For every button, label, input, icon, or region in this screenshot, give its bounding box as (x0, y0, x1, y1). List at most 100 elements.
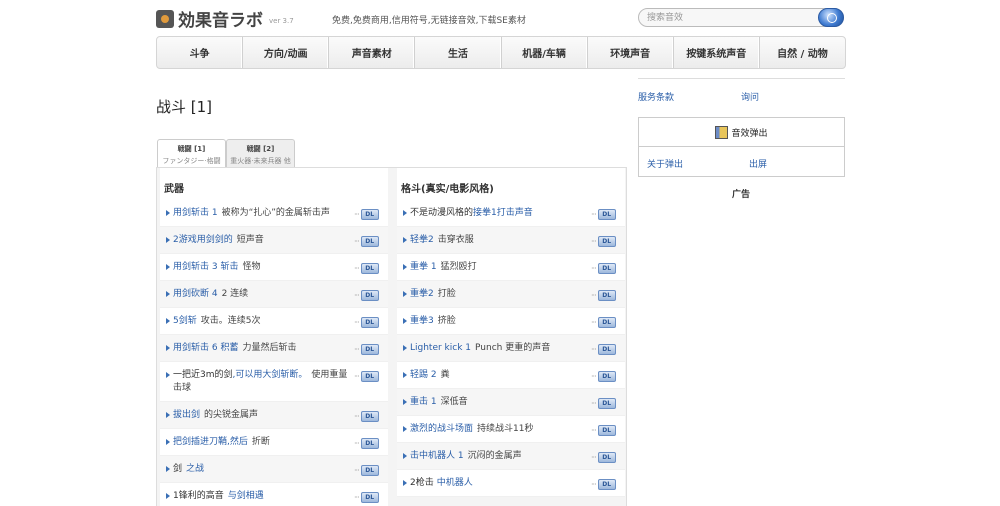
download-button[interactable]: ··· DL (591, 451, 619, 463)
sound-link[interactable]: 激烈的战斗场面 (410, 424, 473, 434)
sound-description: 猛烈殴打 (440, 261, 477, 272)
download-button[interactable]: ··· DL (354, 289, 382, 301)
sound-link[interactable]: 拔出剑 (173, 410, 200, 420)
download-button[interactable]: ··· DL (354, 262, 382, 274)
sound-link[interactable]: 用剑斩击 6 积蓄 (173, 343, 238, 353)
download-icon: DL (597, 397, 616, 409)
download-button[interactable]: ··· DL (354, 370, 382, 382)
nav-item-environment[interactable]: 环境声音 (588, 37, 674, 68)
play-icon[interactable] (403, 372, 407, 378)
nav-item-fight[interactable]: 斗争 (157, 37, 244, 68)
sound-link[interactable]: 用剑斩击 3 斩击 (173, 262, 238, 272)
download-button[interactable]: ··· DL (354, 410, 382, 422)
play-icon[interactable] (166, 210, 170, 216)
download-button[interactable]: ··· DL (354, 316, 382, 328)
play-icon[interactable] (403, 426, 407, 432)
search-icon[interactable] (818, 8, 844, 27)
sound-link[interactable]: 轻拳2 (410, 235, 434, 245)
weapons-column: 武器 用剑斩击 1 被称为“扎心”的金属斩击声 ··· DL 2游戏用剑剑的 短声音 … (160, 168, 388, 506)
site-logo[interactable]: 効果音ラボ ver 3.7 (156, 6, 294, 31)
play-icon[interactable] (403, 210, 407, 216)
download-button[interactable]: ··· DL (591, 235, 619, 247)
nav-item-nature-animal[interactable]: 自然 / 动物 (760, 37, 845, 68)
play-icon[interactable] (166, 493, 170, 499)
play-icon[interactable] (403, 264, 407, 270)
download-icon: DL (360, 289, 379, 301)
play-icon[interactable] (403, 480, 407, 486)
sound-link[interactable]: 与剑相遇 (228, 491, 264, 501)
download-button[interactable]: ··· DL (591, 397, 619, 409)
play-icon[interactable] (166, 237, 170, 243)
about-popup-link[interactable]: 关于弹出 (647, 157, 683, 170)
sound-link[interactable]: 轻踢 2 (410, 370, 437, 380)
download-button[interactable]: ··· DL (591, 424, 619, 436)
sound-link[interactable]: Lighter kick 1 (410, 343, 471, 353)
download-icon: DL (597, 451, 616, 463)
play-icon[interactable] (166, 439, 170, 445)
sound-link[interactable]: 击中机器人 1 (410, 451, 464, 461)
tab-label: 戦闘 [1] (177, 145, 206, 153)
download-button[interactable]: ··· DL (354, 208, 382, 220)
sound-description: 被称为“扎心”的金属斩击声 (221, 207, 330, 218)
download-button[interactable]: ··· DL (591, 370, 619, 382)
download-button[interactable]: ··· DL (354, 464, 382, 476)
sound-link[interactable]: 把剑插进刀鞘,然后 (173, 437, 248, 447)
sound-link[interactable]: 接拳1打击声音 (473, 208, 533, 218)
play-icon[interactable] (166, 345, 170, 351)
download-button[interactable]: ··· DL (354, 491, 382, 503)
download-icon: DL (360, 464, 379, 476)
download-button[interactable]: ··· DL (591, 262, 619, 274)
download-button[interactable]: ··· DL (591, 289, 619, 301)
sound-prefix: 剑 (173, 463, 183, 474)
sound-link[interactable]: 重拳2 (410, 289, 434, 299)
sound-link[interactable]: ,可以用大剑斩断。 (233, 370, 308, 380)
sound-link[interactable]: 用剑斩击 1 (173, 208, 218, 218)
list-item: 用剑斩击 3 斩击 怪物 ··· DL (160, 254, 388, 281)
sound-description: 深低音 (440, 396, 468, 407)
sound-link[interactable]: 中机器人 (437, 478, 473, 488)
play-icon[interactable] (166, 412, 170, 418)
download-button[interactable]: ··· DL (591, 478, 619, 490)
download-icon: DL (360, 208, 379, 220)
play-icon[interactable] (403, 345, 407, 351)
nav-item-button-system[interactable]: 按键系统声音 (674, 37, 760, 68)
download-icon: DL (360, 410, 379, 422)
sound-link[interactable]: 2游戏用剑剑的 (173, 235, 233, 245)
play-icon[interactable] (403, 399, 407, 405)
tab-battle-1[interactable]: 戦闘 [1] ファンタジー·格闘 (157, 139, 226, 168)
nav-item-machine-vehicle[interactable]: 机器/车辆 (502, 37, 588, 68)
dots-icon: ··· (591, 344, 597, 354)
download-button[interactable]: ··· DL (354, 437, 382, 449)
sound-link[interactable]: 重击 1 (410, 397, 437, 407)
sound-link[interactable]: 用剑砍断 4 (173, 289, 218, 299)
play-icon[interactable] (403, 291, 407, 297)
play-icon[interactable] (166, 318, 170, 324)
show-screen-link[interactable]: 出屏 (749, 157, 767, 170)
play-icon[interactable] (403, 237, 407, 243)
sound-link[interactable]: 之战 (186, 464, 204, 474)
download-button[interactable]: ··· DL (591, 316, 619, 328)
play-icon[interactable] (166, 291, 170, 297)
terms-link[interactable]: 服务条款 (638, 90, 674, 103)
nav-item-sound-material[interactable]: 声音素材 (329, 37, 416, 68)
download-button[interactable]: ··· DL (591, 208, 619, 220)
download-button[interactable]: ··· DL (591, 343, 619, 355)
sound-link[interactable]: 重拳 1 (410, 262, 437, 272)
play-icon[interactable] (166, 466, 170, 472)
play-icon[interactable] (403, 453, 407, 459)
inquiry-link[interactable]: 询问 (741, 90, 759, 103)
nav-item-direction-animation[interactable]: 方向/动画 (243, 37, 330, 68)
search-input[interactable] (647, 11, 817, 25)
play-icon[interactable] (403, 318, 407, 324)
nav-item-life[interactable]: 生活 (415, 37, 502, 68)
play-icon[interactable] (166, 264, 170, 270)
dots-icon: ··· (354, 492, 360, 502)
sound-link[interactable]: 重拳3 (410, 316, 434, 326)
download-button[interactable]: ··· DL (354, 235, 382, 247)
tab-battle-2[interactable]: 戦闘 [2] 重火器·未来兵器 他 (226, 139, 295, 167)
dots-icon: ··· (354, 371, 360, 381)
download-button[interactable]: ··· DL (354, 343, 382, 355)
logo-text: 効果音ラボ (178, 11, 263, 31)
play-icon[interactable] (166, 372, 170, 378)
sound-link[interactable]: 5剑斩 (173, 316, 197, 326)
